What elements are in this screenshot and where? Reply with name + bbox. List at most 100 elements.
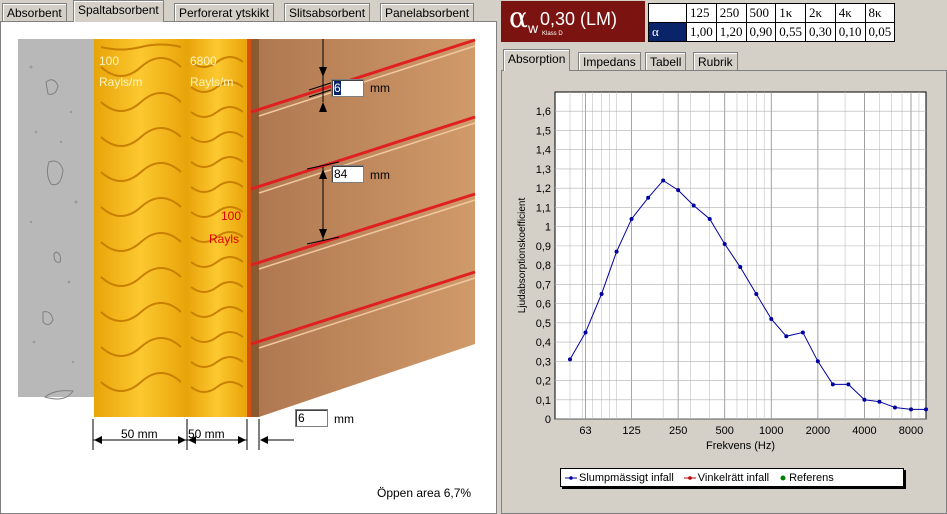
tab-label: Impedans bbox=[583, 55, 636, 69]
tab-label: Panelabsorbent bbox=[385, 6, 470, 20]
tab-absorption[interactable]: Absorption bbox=[503, 49, 571, 71]
frequency-header-row: 125 250 500 1κ 2κ 4κ 8κ bbox=[648, 3, 896, 23]
y-tick-label: 0,6 bbox=[536, 299, 551, 311]
data-point bbox=[676, 188, 681, 193]
data-point bbox=[800, 330, 805, 335]
data-point bbox=[754, 291, 759, 296]
y-tick-label: 1,1 bbox=[536, 202, 551, 214]
x-tick-label: 250 bbox=[669, 425, 687, 437]
y-tick-label: 0,3 bbox=[536, 356, 551, 368]
slit-width-input[interactable]: 6 bbox=[331, 79, 364, 97]
tab-absorbent[interactable]: Absorbent bbox=[2, 3, 67, 22]
tab-label: Absorption bbox=[508, 52, 566, 66]
legend-marker bbox=[565, 475, 577, 480]
data-point bbox=[909, 407, 914, 412]
data-point bbox=[646, 195, 651, 200]
legend-item: Vinkelrätt infall bbox=[683, 472, 769, 484]
data-point bbox=[815, 359, 820, 364]
concrete-wall bbox=[18, 39, 94, 397]
freq-header: 8κ bbox=[864, 3, 896, 23]
data-point bbox=[614, 249, 619, 254]
y-tick-label: 1,6 bbox=[536, 106, 551, 118]
freq-header: 125 bbox=[686, 3, 717, 23]
legend-marker bbox=[780, 475, 786, 480]
freq-header: 4κ bbox=[834, 3, 866, 23]
y-tick-label: 0 bbox=[545, 414, 551, 426]
tab-label: Absorbent bbox=[7, 6, 62, 20]
tab-perforerat-ytskikt[interactable]: Perforerat ytskikt bbox=[174, 3, 275, 22]
tab-panelabsorbent[interactable]: Panelabsorbent bbox=[380, 3, 475, 22]
left-tabbar: Absorbent Spaltabsorbent Perforerat ytsk… bbox=[0, 0, 497, 22]
slit-width-value: 6 bbox=[334, 81, 341, 95]
alpha-value: 1,20 bbox=[715, 22, 747, 42]
open-area-label: Öppen area 6,7% bbox=[377, 486, 472, 500]
layer3-resistance-unit: Rayls bbox=[209, 232, 240, 246]
y-tick-label: 0,7 bbox=[536, 279, 551, 291]
spacing-unit: mm bbox=[370, 168, 390, 182]
y-tick-label: 1,4 bbox=[536, 145, 551, 157]
legend-label: Referens bbox=[789, 471, 834, 484]
tab-rubrik[interactable]: Rubrik bbox=[693, 52, 738, 71]
wool-layer-2 bbox=[187, 39, 247, 417]
legend-item: Referens bbox=[779, 472, 834, 484]
data-point bbox=[567, 357, 572, 362]
x-tick-label: 63 bbox=[579, 425, 591, 437]
tab-tabell[interactable]: Tabell bbox=[645, 52, 687, 71]
y-tick-label: 1 bbox=[545, 222, 551, 234]
panel-thickness-input[interactable]: 6 bbox=[295, 409, 328, 427]
data-point bbox=[877, 399, 882, 404]
alpha-value: 0,05 bbox=[864, 22, 896, 42]
alpha-row: α 1,00 1,20 0,90 0,55 0,30 0,10 0,05 bbox=[648, 22, 896, 42]
tab-slitsabsorbent[interactable]: Slitsabsorbent bbox=[284, 3, 371, 22]
data-point bbox=[862, 397, 867, 402]
panel-edge bbox=[251, 39, 259, 417]
x-tick-label: 500 bbox=[716, 425, 734, 437]
diagram-pane: 100 Rayls/m 6800 Rayls/m 100 Rayls 6 mm … bbox=[0, 21, 497, 514]
thickness1-label: 50 mm bbox=[121, 427, 158, 441]
spacing-input[interactable]: 84 bbox=[331, 165, 364, 183]
data-point bbox=[661, 178, 666, 183]
legend-item: Slumpmässigt infall bbox=[565, 472, 674, 484]
y-tick-label: 1,5 bbox=[536, 125, 551, 137]
y-tick-label: 0,5 bbox=[536, 318, 551, 330]
alpha-value: 1,00 bbox=[686, 22, 717, 42]
data-point bbox=[892, 405, 897, 410]
layer1-resistance-value: 100 bbox=[99, 54, 120, 68]
data-point bbox=[583, 330, 588, 335]
rating-box: α w 0,30 (LM) Klass D bbox=[501, 1, 645, 42]
alpha-symbol: α bbox=[509, 1, 528, 34]
data-point bbox=[691, 203, 696, 208]
data-point bbox=[722, 241, 727, 246]
plot-area bbox=[554, 91, 927, 420]
tab-impedans[interactable]: Impedans bbox=[578, 52, 641, 71]
chart-legend: Slumpmässigt infall Vinkelrätt infall Re… bbox=[560, 468, 904, 487]
freq-header: 500 bbox=[745, 3, 777, 23]
freq-header: 1κ bbox=[775, 3, 806, 23]
y-tick-label: 0,8 bbox=[536, 260, 551, 272]
y-tick-label: 0,1 bbox=[536, 395, 551, 407]
y-tick-label: 0,2 bbox=[536, 376, 551, 388]
panel-thickness-unit: mm bbox=[334, 412, 354, 426]
tab-label: Perforerat ytskikt bbox=[179, 6, 270, 20]
x-axis-label: Frekvens (Hz) bbox=[706, 440, 775, 452]
absorption-chart: 63 125 250 500 1000 2000 4000 8000 0 0,1 0,2 0,3 0,4… bbox=[517, 91, 928, 452]
y-tick-label: 1,2 bbox=[536, 183, 551, 195]
legend-marker bbox=[683, 475, 696, 480]
tab-label: Tabell bbox=[650, 55, 682, 69]
layer2-resistance-unit: Rayls/m bbox=[190, 75, 234, 89]
data-point bbox=[924, 407, 928, 412]
data-point bbox=[629, 216, 634, 221]
alpha-subscript: w bbox=[528, 20, 539, 36]
tab-spaltabsorbent[interactable]: Spaltabsorbent bbox=[73, 0, 164, 22]
layer3-resistance-value: 100 bbox=[221, 209, 242, 223]
alpha-value: 0,90 bbox=[745, 22, 777, 42]
freq-header: 250 bbox=[715, 3, 747, 23]
x-tick-label: 1000 bbox=[759, 425, 783, 437]
x-tick-label: 8000 bbox=[899, 425, 923, 437]
data-point bbox=[599, 291, 604, 296]
rating-class: Klass D bbox=[542, 31, 563, 37]
data-point bbox=[784, 334, 789, 339]
y-tick-label: 0,4 bbox=[536, 337, 551, 349]
alpha-value: 0,55 bbox=[775, 22, 806, 42]
alpha-value: 0,10 bbox=[834, 22, 866, 42]
